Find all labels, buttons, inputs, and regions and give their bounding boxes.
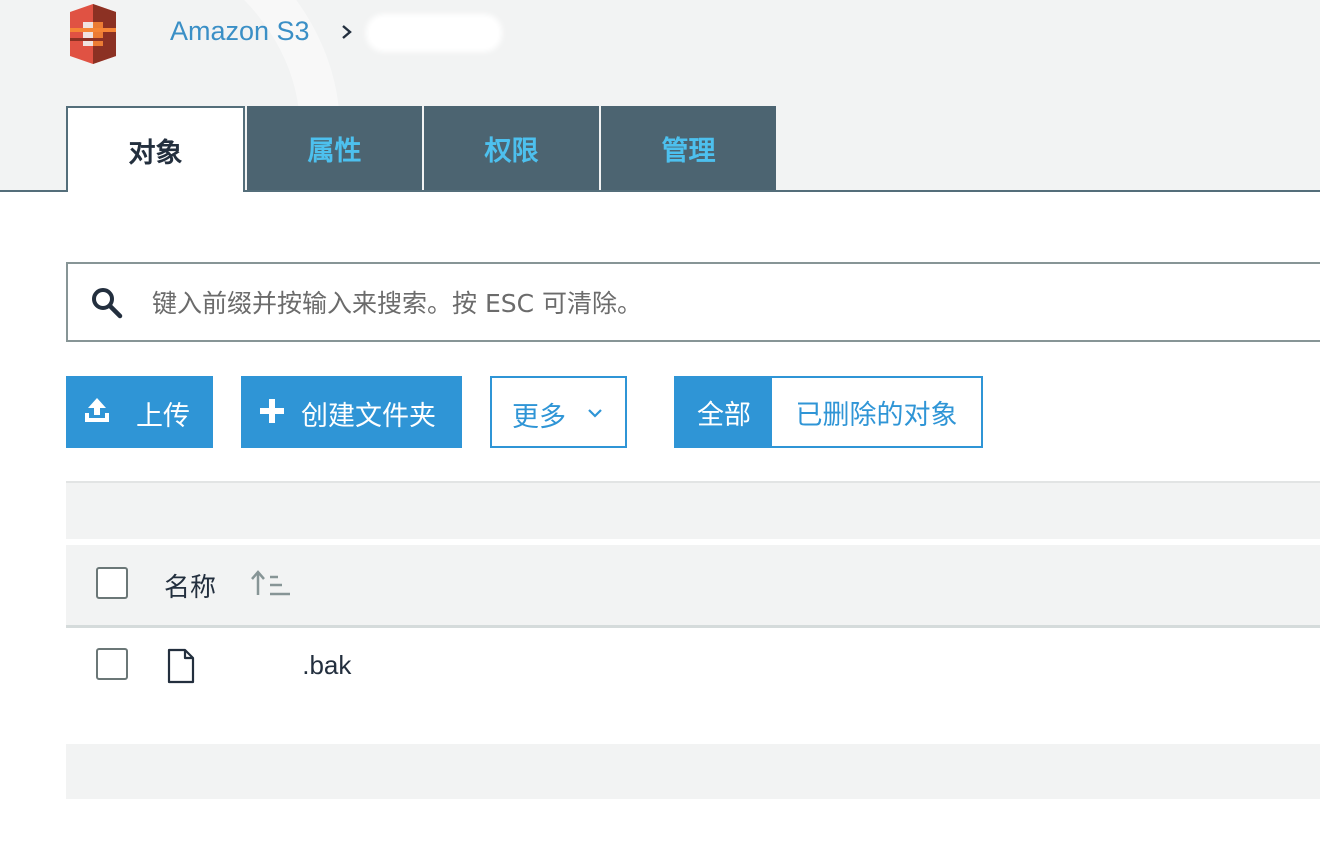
filter-deleted-objects-toggle[interactable]: 已删除的对象 [772,376,983,448]
row-checkbox[interactable] [96,648,128,680]
tab-management[interactable]: 管理 [601,106,776,190]
table-toolbar-band [66,481,1320,539]
object-name-link[interactable]: .bak [230,650,351,681]
chevron-down-icon [588,409,602,418]
amazon-s3-logo-icon[interactable] [66,2,120,66]
tab-permissions[interactable]: 权限 [424,106,599,190]
table-footer-band [66,744,1320,799]
breadcrumb-amazon-s3-link[interactable]: Amazon S3 [170,16,310,47]
column-header-name[interactable]: 名称 [164,567,216,604]
file-icon [167,648,195,684]
search-input[interactable] [150,278,1254,328]
upload-button[interactable]: 上传 [66,376,213,448]
more-actions-label: 更多 [512,402,566,433]
breadcrumb-bucket-name[interactable]: (redacted) [370,18,498,48]
search-box[interactable] [66,262,1320,342]
plus-icon [260,399,284,423]
select-all-checkbox[interactable] [96,567,128,599]
upload-icon [85,398,109,422]
upload-button-label: 上传 [136,401,190,432]
tab-properties[interactable]: 属性 [247,106,422,190]
create-folder-button[interactable]: 创建文件夹 [241,376,462,448]
chevron-right-icon [342,25,352,39]
more-actions-dropdown[interactable]: 更多 [490,376,627,448]
table-header: 名称 [66,545,1320,628]
tab-objects[interactable]: 对象 [66,106,245,192]
table-row[interactable]: .bak [66,628,1320,708]
filter-all-toggle[interactable]: 全部 [674,376,774,448]
create-folder-button-label: 创建文件夹 [301,401,436,432]
search-icon [92,288,123,319]
sort-ascending-icon[interactable] [250,569,292,599]
